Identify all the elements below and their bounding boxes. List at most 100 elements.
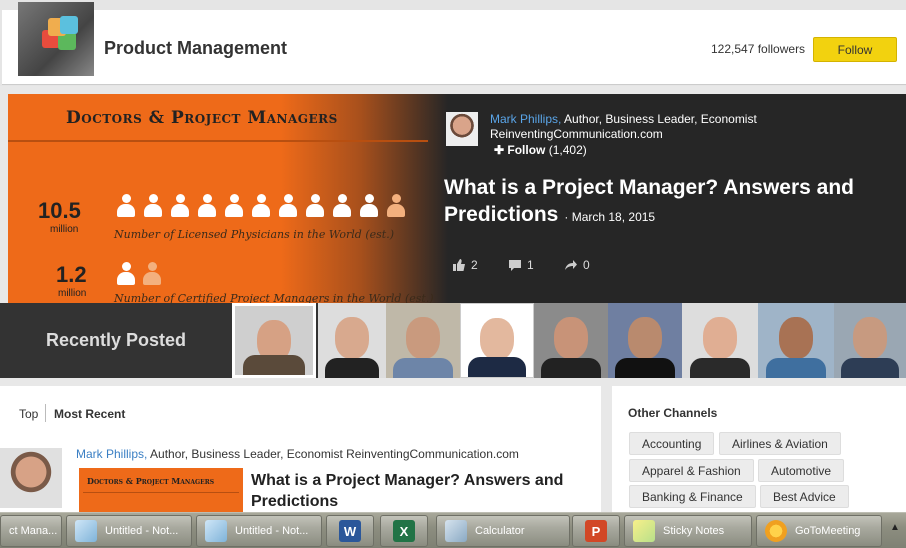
other-channels-title: Other Channels	[628, 406, 718, 420]
stat1-value: 10.5	[38, 198, 81, 223]
taskbar-item-excel[interactable]: X	[380, 515, 428, 547]
share-stat[interactable]: 0	[564, 258, 590, 272]
stat1-unit: million	[50, 224, 79, 235]
comment-icon	[509, 260, 521, 271]
taskbar-label: Untitled - Not...	[105, 525, 179, 537]
recent-author-avatar[interactable]	[386, 303, 460, 378]
thumbs-up-icon	[453, 259, 465, 271]
likes-count: 2	[471, 258, 478, 272]
like-stat[interactable]: 2	[452, 258, 478, 272]
recent-author-avatar[interactable]	[682, 303, 758, 378]
taskbar-item-word[interactable]: W	[326, 515, 374, 547]
feed-author-avatar[interactable]	[0, 448, 62, 508]
person-icon	[142, 262, 162, 288]
channel-chip-airlines[interactable]: Airlines & Aviation	[719, 432, 841, 455]
recently-posted-strip: Recently Posted	[0, 303, 906, 378]
feed-author-name-link[interactable]: Mark Phillips,	[76, 447, 147, 461]
author-byline: Mark Phillips, Author, Business Leader, …	[490, 112, 757, 126]
article-date: · March 18, 2015	[564, 210, 656, 224]
stat1-description: Number of Licensed Physicians in the Wor…	[114, 228, 394, 241]
feed-thumbnail-title: Doctors & Project Managers	[87, 476, 215, 486]
taskbar-item-sticky-notes[interactable]: Sticky Notes	[624, 515, 752, 547]
feed-article-thumbnail[interactable]: Doctors & Project Managers	[79, 468, 243, 512]
person-icon	[332, 194, 352, 220]
excel-icon: X	[393, 520, 415, 542]
author-follow-button[interactable]: ✚ Follow (1,402)	[494, 143, 587, 157]
channel-title: Product Management	[104, 38, 288, 58]
channel-chip-apparel[interactable]: Apparel & Fashion	[629, 459, 754, 482]
comments-count: 1	[527, 258, 534, 272]
infographic-title: Doctors & Project Managers	[66, 108, 338, 128]
powerpoint-icon: P	[585, 520, 607, 542]
channel-chip-accounting[interactable]: Accounting	[629, 432, 715, 455]
person-icon	[359, 194, 379, 220]
person-icon	[224, 194, 244, 220]
sticky-notes-icon	[633, 520, 655, 542]
taskbar-item-gotomeeting[interactable]: GoToMeeting	[756, 515, 882, 547]
taskbar: ct Mana... Untitled - Not... Untitled - …	[0, 512, 906, 548]
recent-author-avatar[interactable]	[608, 303, 682, 378]
feed-author-byline: Mark Phillips, Author, Business Leader, …	[76, 447, 519, 461]
author-follow-count: (1,402)	[548, 143, 587, 157]
channel-chip-best-advice[interactable]: Best Advice	[760, 485, 849, 508]
followers-count: 122,547 followers	[711, 42, 806, 56]
calculator-icon	[445, 520, 467, 542]
taskbar-label: Untitled - Not...	[235, 525, 309, 537]
taskbar-label: ct Mana...	[9, 525, 58, 537]
taskbar-item-browser[interactable]: ct Mana...	[0, 515, 62, 547]
tab-divider	[45, 404, 46, 422]
stat2-value: 1.2	[56, 262, 87, 287]
person-icon	[278, 194, 298, 220]
recent-author-avatar[interactable]	[232, 303, 316, 378]
recent-author-avatar[interactable]	[318, 303, 386, 378]
recently-posted-label: Recently Posted	[45, 330, 187, 350]
recent-author-avatar[interactable]	[834, 303, 906, 378]
notepad-icon	[75, 520, 97, 542]
gotomeeting-icon	[765, 520, 787, 542]
taskbar-item-powerpoint[interactable]: P	[572, 515, 620, 547]
channel-chip-automotive[interactable]: Automotive	[758, 459, 845, 482]
author-avatar[interactable]	[446, 112, 478, 146]
person-icon	[143, 194, 163, 220]
taskbar-label: Sticky Notes	[663, 525, 725, 537]
channel-logo[interactable]	[18, 2, 94, 76]
person-icon	[305, 194, 325, 220]
taskbar-item-notepad-1[interactable]: Untitled - Not...	[66, 515, 192, 547]
channel-chip-banking[interactable]: Banking & Finance	[629, 485, 756, 508]
article-feed: Top Most Recent Mark Phillips, Author, B…	[0, 386, 601, 512]
feed-article-title[interactable]: What is a Project Manager? Answers and P…	[251, 470, 591, 512]
feed-thumbnail-divider	[83, 492, 239, 493]
recent-author-avatar[interactable]	[534, 303, 608, 378]
person-icon	[251, 194, 271, 220]
author-name-link[interactable]: Mark Phillips,	[490, 112, 561, 126]
puzzle-blue-icon	[60, 16, 78, 34]
recent-author-avatar[interactable]	[758, 303, 834, 378]
word-icon: W	[339, 520, 361, 542]
person-icon	[386, 194, 406, 220]
taskbar-label: GoToMeeting	[795, 525, 861, 537]
shares-count: 0	[583, 258, 590, 272]
taskbar-item-calculator[interactable]: Calculator	[436, 515, 570, 547]
hero-article[interactable]: Doctors & Project Managers 10.5 million …	[8, 94, 906, 304]
person-icon	[116, 194, 136, 220]
taskbar-label: Calculator	[475, 525, 525, 537]
author-follow-label: ✚ Follow	[494, 143, 546, 157]
share-arrow-icon	[565, 260, 577, 270]
channel-header: Product Management 122,547 followers Fol…	[0, 0, 906, 86]
person-icon	[197, 194, 217, 220]
recent-author-avatar[interactable]	[460, 303, 534, 378]
author-site: ReinventingCommunication.com	[490, 127, 663, 141]
show-hidden-icons-arrow-icon[interactable]: ▲	[890, 522, 900, 533]
follow-channel-button[interactable]: Follow	[813, 37, 897, 62]
person-icon	[116, 262, 136, 288]
comment-stat[interactable]: 1	[508, 258, 534, 272]
taskbar-item-notepad-2[interactable]: Untitled - Not...	[196, 515, 322, 547]
infographic-image[interactable]: Doctors & Project Managers 10.5 million …	[8, 94, 448, 304]
tab-top[interactable]: Top	[19, 407, 38, 421]
tab-most-recent[interactable]: Most Recent	[54, 407, 125, 421]
notepad-icon	[205, 520, 227, 542]
stat2-unit: million	[58, 288, 87, 299]
hero-article-title[interactable]: What is a Project Manager? Answers and P…	[444, 174, 894, 231]
infographic-divider	[8, 140, 428, 142]
feed-author-role: Author, Business Leader, Economist Reinv…	[147, 447, 519, 461]
